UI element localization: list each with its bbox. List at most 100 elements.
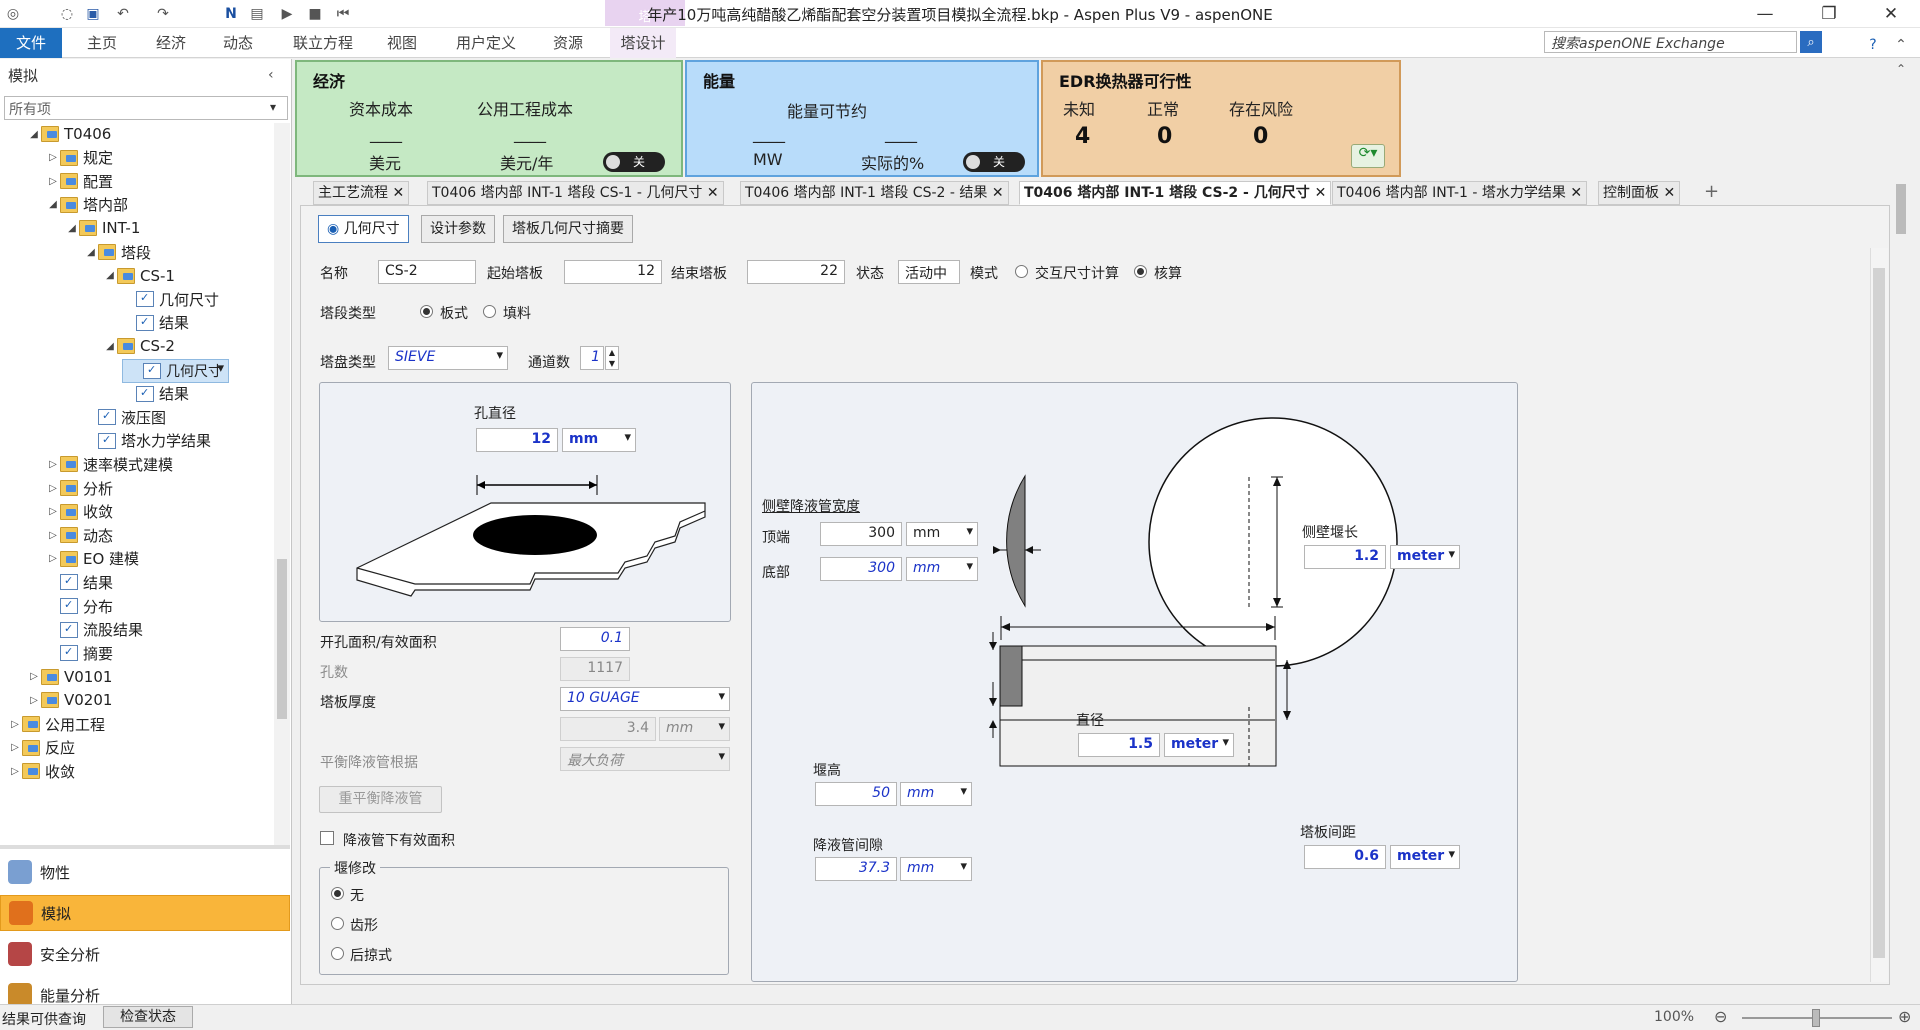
start-stage-field[interactable]: 12: [564, 260, 662, 284]
splitter[interactable]: [0, 845, 290, 849]
tree-item[interactable]: ◢ T0406: [27, 123, 111, 145]
zoom-out-icon[interactable]: ⊖: [1714, 1007, 1727, 1026]
tree-item[interactable]: ▷ 公用工程: [8, 713, 105, 735]
collapse-pane-icon[interactable]: ‹: [268, 67, 274, 83]
maximize-icon[interactable]: ❐: [1806, 0, 1852, 28]
add-tab-icon[interactable]: +: [1704, 181, 1719, 202]
end-stage-field[interactable]: 22: [747, 260, 845, 284]
tab-home[interactable]: 主页: [74, 28, 130, 58]
tree-item[interactable]: 几何尺寸: [122, 359, 229, 383]
mode-rating-radio[interactable]: [1134, 265, 1147, 278]
tree-item[interactable]: ◢ INT-1: [65, 217, 140, 239]
tab-dynamics[interactable]: 动态: [210, 28, 266, 58]
top-width-unit-select[interactable]: mm: [906, 522, 978, 546]
bottom-width-unit-select[interactable]: mm: [906, 557, 978, 581]
ribbon-collapse-icon[interactable]: ⌃: [1890, 34, 1912, 56]
tree-item[interactable]: 塔水力学结果: [84, 430, 211, 452]
hole-diameter-unit-select[interactable]: mm: [562, 428, 636, 452]
economics-toggle[interactable]: 关: [603, 152, 665, 172]
tab-hydraulics[interactable]: T0406 塔内部 INT-1 - 塔水力学结果 ✕: [1332, 181, 1588, 205]
weir-swept-radio[interactable]: [331, 947, 344, 960]
help-icon[interactable]: ?: [1862, 34, 1884, 56]
refresh-icon[interactable]: ⟳▾: [1351, 144, 1385, 168]
hole-diameter-field[interactable]: 12: [476, 428, 558, 452]
expand-arrow-icon[interactable]: ▷: [27, 695, 41, 706]
tree-item[interactable]: 分布: [46, 595, 113, 617]
tab-resources[interactable]: 资源: [543, 28, 593, 58]
check-status-button[interactable]: 检查状态: [103, 1006, 193, 1028]
tab-main-flowsheet[interactable]: 主工艺流程 ✕: [313, 181, 410, 205]
close-icon[interactable]: ✕: [1868, 0, 1914, 28]
weir-serrated-radio[interactable]: [331, 917, 344, 930]
expand-arrow-icon[interactable]: ▷: [8, 766, 22, 777]
nav-properties-button[interactable]: 物性: [0, 854, 290, 890]
tab-view[interactable]: 视图: [378, 28, 426, 58]
tree-item[interactable]: ◢ CS-1: [103, 265, 175, 287]
tray-type-select[interactable]: SIEVE: [388, 346, 508, 370]
type-tray-radio[interactable]: [420, 305, 433, 318]
expand-arrow-icon[interactable]: ◢: [103, 270, 117, 281]
name-field[interactable]: CS-2: [378, 260, 476, 284]
under-dc-checkbox[interactable]: [320, 831, 334, 845]
expand-arrow-icon[interactable]: ▷: [46, 152, 60, 163]
expand-arrow-icon[interactable]: ◢: [84, 247, 98, 258]
energy-toggle[interactable]: 关: [963, 152, 1025, 172]
weir-length-field[interactable]: 1.2: [1304, 545, 1386, 569]
tree-item[interactable]: ▷ V0201: [27, 689, 112, 711]
tab-control-panel[interactable]: 控制面板 ✕: [1598, 181, 1681, 205]
expand-arrow-icon[interactable]: ▷: [8, 742, 22, 753]
tree-item[interactable]: ▷ 分析: [46, 477, 113, 499]
expand-arrow-icon[interactable]: ▷: [46, 483, 60, 494]
tab-file[interactable]: 文件: [0, 28, 62, 58]
tree-item[interactable]: ▷ 动态: [46, 524, 113, 546]
expand-arrow-icon[interactable]: ▷: [8, 719, 22, 730]
tree-item[interactable]: ▷ V0101: [27, 666, 112, 688]
weir-none-radio[interactable]: [331, 887, 344, 900]
expand-arrow-icon[interactable]: ◢: [65, 223, 79, 234]
tab-column-design[interactable]: 塔设计: [610, 28, 676, 58]
expand-arrow-icon[interactable]: ▷: [46, 506, 60, 517]
zoom-in-icon[interactable]: ⊕: [1898, 1007, 1911, 1026]
bottom-width-field[interactable]: 300: [820, 557, 902, 581]
rebalance-button[interactable]: 重平衡降液管: [319, 786, 442, 813]
tree-item[interactable]: 几何尺寸: [122, 288, 219, 310]
passes-field[interactable]: 1: [580, 346, 604, 370]
type-packing-radio[interactable]: [483, 305, 496, 318]
form-scroll-thumb[interactable]: [1873, 268, 1885, 958]
diameter-unit-select[interactable]: meter: [1164, 733, 1234, 757]
subtab-design-params[interactable]: 设计参数: [421, 215, 495, 243]
tray-thickness-select[interactable]: 10 GUAGE: [560, 687, 730, 711]
weir-height-field[interactable]: 50: [815, 782, 897, 806]
dc-clearance-unit-select[interactable]: mm: [900, 857, 972, 881]
tree-item[interactable]: 结果: [122, 383, 189, 405]
tree-item[interactable]: ▷ 收敛: [46, 501, 113, 523]
minimize-icon[interactable]: —: [1742, 0, 1788, 28]
passes-spinner[interactable]: ▲ ▼: [605, 346, 619, 370]
tree-item[interactable]: ▷ 速率模式建模: [46, 453, 173, 475]
tab-equation[interactable]: 联立方程: [278, 28, 368, 58]
diameter-field[interactable]: 1.5: [1078, 733, 1160, 757]
outer-scroll-thumb[interactable]: [1896, 184, 1906, 234]
chevron-down-icon[interactable]: ▾: [270, 100, 276, 114]
top-width-field[interactable]: 300: [820, 522, 902, 546]
subtab-tray-summary[interactable]: 塔板几何尺寸摘要: [503, 215, 633, 243]
subtab-geometry[interactable]: ◉ 几何尺寸: [318, 215, 409, 243]
expand-arrow-icon[interactable]: ▷: [46, 553, 60, 564]
dc-clearance-field[interactable]: 37.3: [815, 857, 897, 881]
expand-arrow-icon[interactable]: ▷: [46, 459, 60, 470]
tree-item[interactable]: ◢ 塔内部: [46, 194, 128, 216]
zoom-slider-thumb[interactable]: [1812, 1009, 1820, 1027]
tree-item[interactable]: ◢ 塔段: [84, 241, 151, 263]
tree-item[interactable]: ▷ 反应: [8, 737, 75, 759]
tab-cs1-geometry[interactable]: T0406 塔内部 INT-1 塔段 CS-1 - 几何尺寸 ✕: [427, 181, 724, 205]
tree-item[interactable]: 流股结果: [46, 619, 143, 641]
tree-scrollbar[interactable]: [274, 123, 290, 845]
tab-cs2-geometry[interactable]: T0406 塔内部 INT-1 塔段 CS-2 - 几何尺寸 ✕: [1019, 181, 1332, 205]
tab-cs2-results[interactable]: T0406 塔内部 INT-1 塔段 CS-2 - 结果 ✕: [740, 181, 1009, 205]
weir-height-unit-select[interactable]: mm: [900, 782, 972, 806]
tray-spacing-unit-select[interactable]: meter: [1390, 845, 1460, 869]
nav-safety-button[interactable]: 安全分析: [0, 936, 290, 972]
tree-item[interactable]: ◢ CS-2: [103, 335, 175, 357]
expand-arrow-icon[interactable]: ◢: [27, 129, 41, 140]
nav-simulation-button[interactable]: 模拟: [0, 895, 290, 931]
